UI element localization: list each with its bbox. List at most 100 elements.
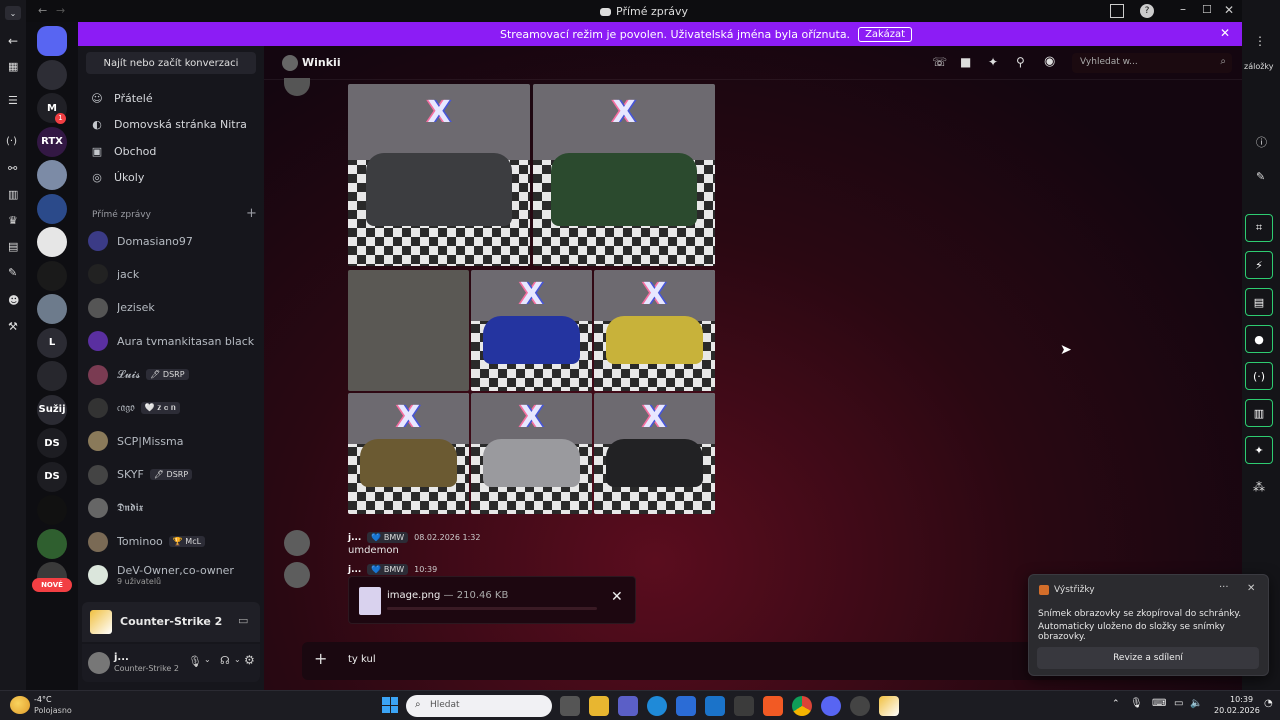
user-avatar[interactable] xyxy=(88,652,110,674)
nodes-icon[interactable]: ⁂ xyxy=(1253,480,1265,494)
chat-search-input[interactable]: Vyhledat w... ⌕ xyxy=(1072,53,1232,73)
cancel-upload-icon[interactable]: ✕ xyxy=(611,589,623,605)
create-dm-icon[interactable]: + xyxy=(246,206,257,221)
weather-icon[interactable] xyxy=(10,696,30,714)
server-icon[interactable]: RTX xyxy=(37,126,67,157)
link-icon[interactable]: ⚯ xyxy=(8,162,17,175)
tray-chevron-icon[interactable]: ⌃ xyxy=(1112,699,1120,709)
car-image[interactable] xyxy=(348,270,469,391)
info-icon[interactable]: ⓘ xyxy=(1256,134,1267,150)
message-avatar[interactable] xyxy=(284,562,310,588)
toast-more-icon[interactable]: ··· xyxy=(1219,582,1229,593)
dm-item[interactable]: 𝕯𝖓𝖉𝖎𝖝 xyxy=(88,493,258,523)
dm-item[interactable]: SCP|Missma xyxy=(88,426,258,456)
banner-close-icon[interactable]: ✕ xyxy=(1220,26,1230,40)
add-friends-icon[interactable]: ⚲ xyxy=(1016,55,1025,69)
new-servers-badge[interactable]: NOVÉ xyxy=(32,578,72,592)
server-icon[interactable]: DS xyxy=(37,428,67,458)
server-icon[interactable] xyxy=(37,193,67,224)
mail-icon[interactable] xyxy=(705,696,725,716)
headphones-chevron-icon[interactable]: ⌄ xyxy=(234,655,241,664)
start-icon[interactable] xyxy=(382,697,398,713)
back-icon[interactable]: ← xyxy=(8,34,18,48)
dm-item[interactable]: Tominoo 🏆 McL xyxy=(88,527,258,557)
nav-item-1[interactable]: ◐ Domovská stránka Nitra xyxy=(90,114,247,136)
user-profile-icon[interactable]: ◉ xyxy=(1044,54,1055,69)
task-view-icon[interactable] xyxy=(560,696,580,716)
dm-item[interactable]: 𝓛𝓾𝓲𝓼 🖊 DSRP xyxy=(88,360,258,390)
file-explorer-icon[interactable] xyxy=(589,696,609,716)
screen-share-icon[interactable]: ▭ xyxy=(238,614,248,627)
voice-call-icon[interactable]: ☏ xyxy=(932,55,947,69)
edge-icon[interactable] xyxy=(647,696,667,716)
dm-item[interactable]: DeV-Owner,co-owner 9 uživatelů xyxy=(88,560,258,590)
inbox-icon[interactable] xyxy=(1110,4,1124,18)
microphone-icon[interactable]: 🎙 xyxy=(188,655,202,668)
nav-item-2[interactable]: ▣ Obchod xyxy=(90,140,157,162)
stats-icon[interactable]: ▥ xyxy=(8,188,18,201)
tools-icon[interactable]: ⚒ xyxy=(8,320,18,333)
server-icon[interactable] xyxy=(37,160,67,190)
chat-bubble-icon[interactable]: ● xyxy=(1245,325,1273,353)
menu-icon[interactable]: ☰ xyxy=(8,94,18,107)
server-icon[interactable] xyxy=(37,227,67,257)
server-icon[interactable]: L xyxy=(37,327,67,358)
close-window-button[interactable]: ✕ xyxy=(1224,3,1234,17)
dm-item[interactable]: Jezisek xyxy=(88,293,258,323)
chrome-icon[interactable] xyxy=(792,696,812,716)
trophy-icon[interactable]: ♛ xyxy=(8,214,18,227)
network-icon[interactable]: ▭ xyxy=(1174,698,1183,709)
notifications-icon[interactable]: ◔ xyxy=(1264,698,1273,709)
server-icon[interactable] xyxy=(37,495,67,525)
notes-icon[interactable]: ▤ xyxy=(1245,288,1273,316)
discord-taskbar-icon[interactable] xyxy=(821,696,841,716)
car-image[interactable]: X xyxy=(594,393,715,514)
edit-icon[interactable]: ✎ xyxy=(1256,170,1265,183)
car-image[interactable]: X xyxy=(533,84,715,266)
dm-item[interactable]: Domasiano97 xyxy=(88,226,258,256)
wrench-icon[interactable]: ✎ xyxy=(8,266,17,279)
more-icon[interactable]: ⋮ xyxy=(1254,34,1266,48)
store-icon[interactable] xyxy=(676,696,696,716)
headphones-icon[interactable]: ☊ xyxy=(220,654,230,667)
server-icon[interactable] xyxy=(37,361,67,391)
maximize-button[interactable]: ☐ xyxy=(1202,3,1212,16)
server-icon[interactable] xyxy=(37,260,67,291)
pin-icon[interactable]: ✦ xyxy=(988,55,998,69)
server-icon[interactable]: Sužij xyxy=(37,394,67,425)
broadcast-icon[interactable]: (·) xyxy=(6,136,17,147)
tab-menu-icon[interactable]: ⌄ xyxy=(5,6,21,20)
bolt-icon[interactable]: ⚡ xyxy=(1245,251,1273,279)
clock-time[interactable]: 10:39 xyxy=(1230,695,1253,704)
media-icon[interactable]: ▤ xyxy=(8,240,18,253)
server-icon[interactable]: ▥ xyxy=(1245,399,1273,427)
dm-item[interactable]: 𝔠𝔞𝔤𝔬 🤍 𝐳 𝐜 𝐧 xyxy=(88,393,258,423)
settings-gear-icon[interactable]: ⚙ xyxy=(244,653,255,667)
attach-plus-icon[interactable]: + xyxy=(314,649,327,668)
help-icon[interactable]: ? xyxy=(1140,4,1154,18)
message-input[interactable]: ty kul xyxy=(348,654,376,665)
dm-item[interactable]: Aura tvmankitasan black му... xyxy=(88,326,258,356)
wrench-right-icon[interactable]: ✦ xyxy=(1245,436,1273,464)
bookmarks-label[interactable]: záložky xyxy=(1244,62,1274,71)
car-image[interactable]: X xyxy=(594,270,715,391)
video-call-icon[interactable]: ■ xyxy=(960,55,971,69)
nav-item-3[interactable]: ◎ Úkoly xyxy=(90,167,144,189)
dm-item[interactable]: SKYF 🖊 DSRP xyxy=(88,460,258,490)
cs2-taskbar-icon[interactable] xyxy=(879,696,899,716)
car-image[interactable]: X xyxy=(348,84,530,266)
message-avatar[interactable] xyxy=(284,530,310,556)
server-icon[interactable]: DS xyxy=(37,461,67,492)
steam-icon[interactable] xyxy=(850,696,870,716)
review-share-button[interactable]: Revize a sdílení xyxy=(1037,647,1259,669)
mic-chevron-icon[interactable]: ⌄ xyxy=(204,655,211,664)
dm-item[interactable]: jack xyxy=(88,259,258,289)
taskbar-search[interactable]: ⌕ Hledat xyxy=(406,695,552,717)
nav-item-0[interactable]: ☺ Přátelé xyxy=(90,87,152,109)
server-icon[interactable] xyxy=(37,59,67,90)
nav-forward-icon[interactable]: → xyxy=(56,4,65,17)
message-author[interactable]: j... xyxy=(348,565,361,575)
message-author[interactable]: j... xyxy=(348,533,361,543)
teams-icon[interactable] xyxy=(618,696,638,716)
toast-close-icon[interactable]: ✕ xyxy=(1247,583,1255,594)
